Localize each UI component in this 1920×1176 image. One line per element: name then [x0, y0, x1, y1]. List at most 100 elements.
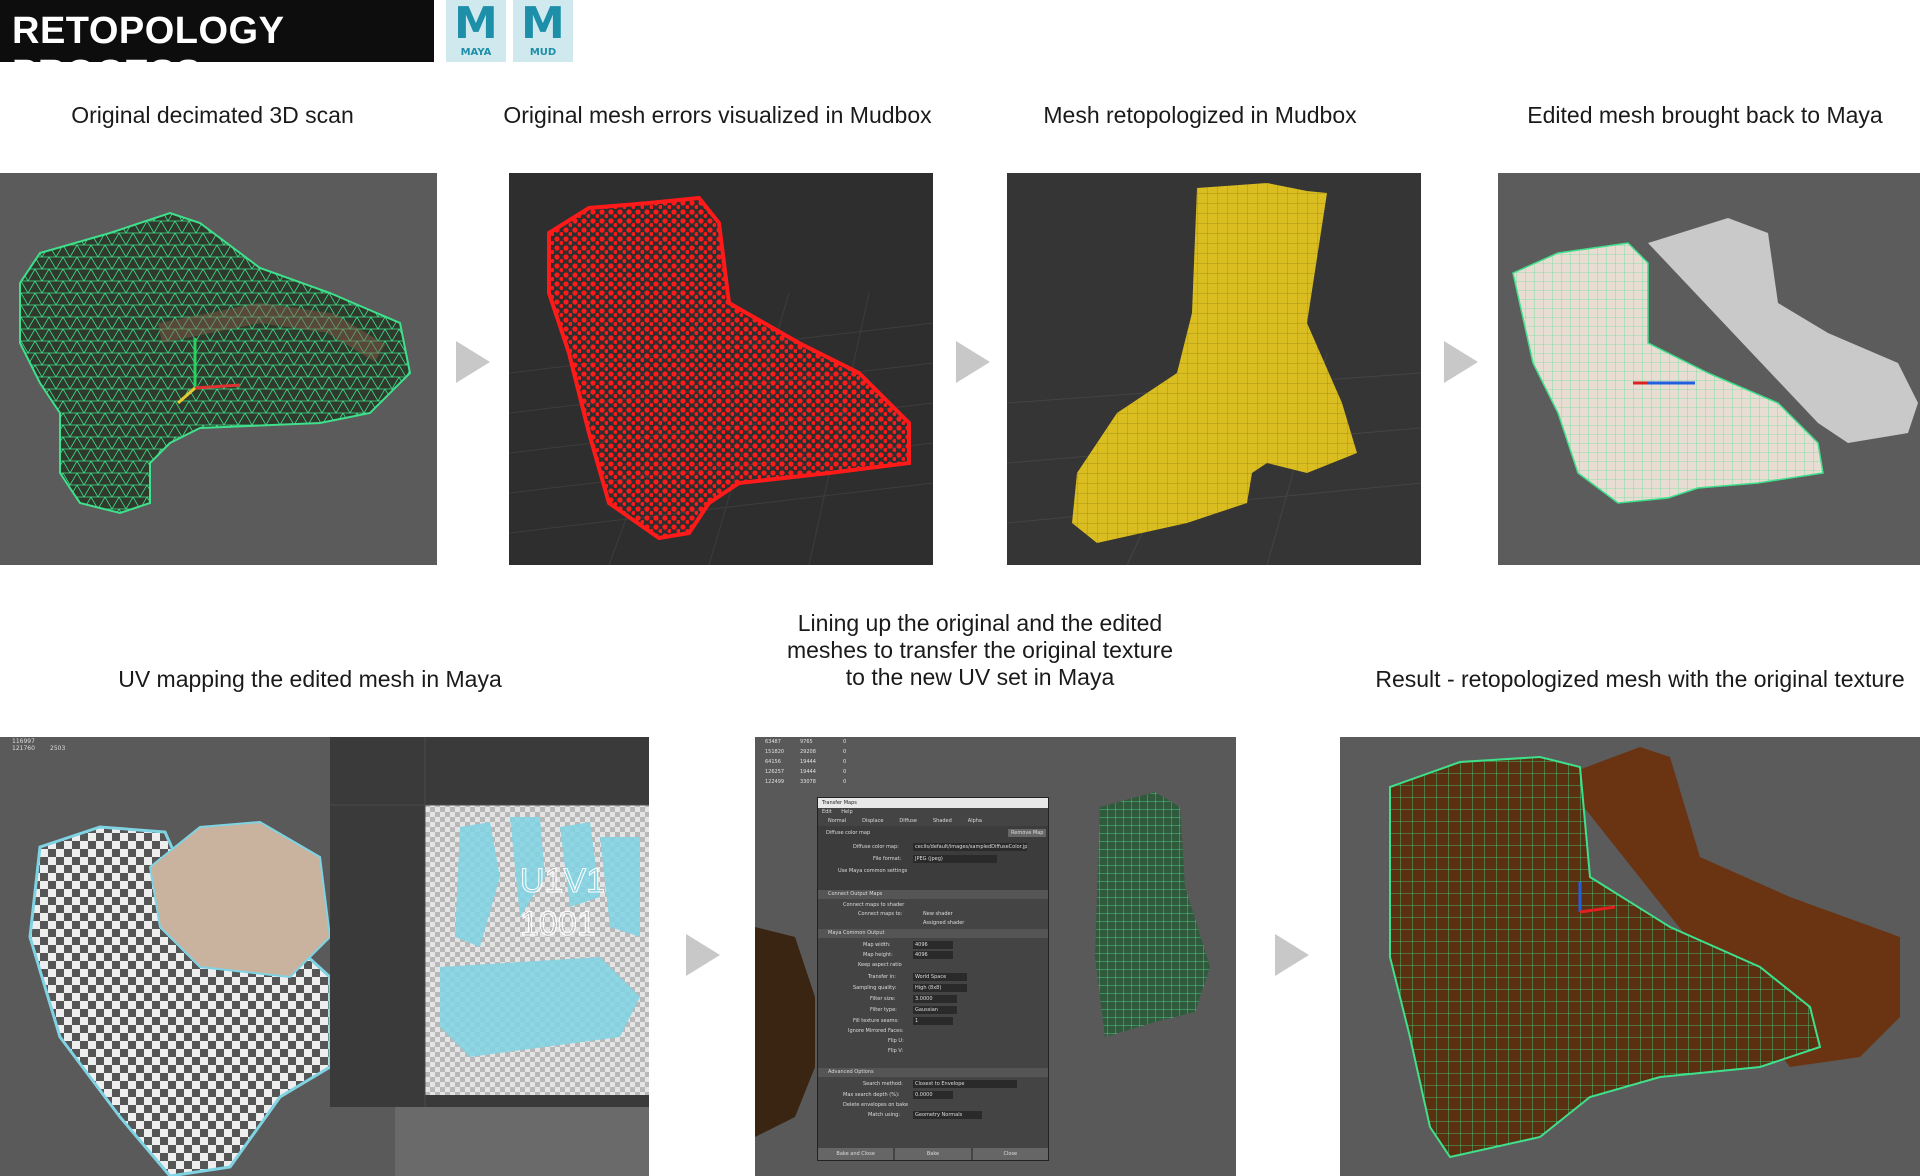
title-bar: RETOPOLOGY PROCESS — [0, 0, 434, 95]
ignore-faces-checkbox[interactable]: Ignore Mirrored Faces: — [848, 1028, 904, 1034]
uv-stat-3: 2503 — [50, 745, 65, 752]
mudbox-logo-icon: M MUD — [513, 0, 573, 62]
tm-stat-15: 0 — [843, 779, 846, 785]
file-format-select[interactable]: JPEG (jpeg) — [913, 855, 997, 863]
delete-envelopes-checkbox[interactable]: Delete envelopes on bake — [843, 1102, 908, 1108]
match-using-label: Match using: — [868, 1112, 901, 1118]
flip-v-checkbox[interactable]: Flip V: — [888, 1048, 903, 1054]
bake-button[interactable]: Bake — [895, 1148, 971, 1160]
tm-stat-9: 0 — [843, 759, 846, 765]
page-title: RETOPOLOGY PROCESS — [12, 10, 284, 95]
diffuse-map-input[interactable]: cecils/default/images/sampledDiffuseColo… — [913, 843, 1027, 851]
close-button[interactable]: Close — [972, 1148, 1048, 1160]
map-height-input[interactable]: 4096 — [913, 951, 953, 959]
tm-stat-8: 19444 — [800, 759, 816, 765]
maya-logo-mark: M — [454, 0, 498, 49]
keep-aspect-checkbox[interactable]: Keep aspect ratio — [858, 962, 902, 968]
sampling-label: Sampling quality: — [853, 985, 897, 991]
caption-step-5: UV mapping the edited mesh in Maya — [118, 666, 502, 692]
uv-tile-label-2: 1001 — [520, 905, 596, 943]
transfer-in-select[interactable]: World Space — [913, 973, 967, 981]
transfer-maps-title: Transfer Maps — [822, 800, 857, 806]
tm-stat-10: 126257 — [765, 769, 784, 775]
uv-tile-label-1: U1V1 — [520, 862, 605, 900]
connect-section-header[interactable]: Connect Output Maps — [818, 890, 1048, 899]
tab-normal[interactable]: Normal — [828, 816, 846, 826]
common-section-header[interactable]: Maya Common Output — [818, 929, 1048, 938]
uv-stat-2: 121760 — [12, 745, 35, 752]
tm-stat-14: 33078 — [800, 779, 816, 785]
panel-transfer-maps: 63487 9765 0 151820 29208 0 64156 19444 0 1262… — [755, 737, 1236, 1176]
uv-mapping-image: U1V1 1001 116997 121760 2503 — [12, 737, 649, 1176]
filter-size-label: Filter size: — [870, 996, 896, 1002]
connect-option-new[interactable]: New shader — [923, 911, 953, 917]
connect-to-label: Connect maps to: — [858, 911, 903, 917]
caption-step-1: Original decimated 3D scan — [71, 102, 354, 128]
tab-alpha[interactable]: Alpha — [968, 816, 982, 826]
mudbox-logo-label: MUD — [529, 47, 557, 58]
tm-stat-7: 64156 — [765, 759, 781, 765]
remove-map-button[interactable]: Remove Map — [1008, 829, 1047, 837]
tm-stat-6: 0 — [843, 749, 846, 755]
connect-option-assigned[interactable]: Assigned shader — [923, 920, 964, 926]
sampling-select[interactable]: High (8x8) — [913, 984, 967, 992]
filter-size-input[interactable]: 3.0000 — [913, 995, 957, 1003]
filter-type-select[interactable]: Gaussian — [913, 1006, 957, 1014]
caption-step-4: Edited mesh brought back to Maya — [1527, 102, 1883, 128]
transfer-maps-window: Transfer Maps Edit Help Normal Displace … — [817, 797, 1049, 1161]
menu-help[interactable]: Help — [841, 809, 852, 815]
mudbox-logo-mark: M — [521, 0, 565, 49]
caption-step-6: Lining up the original and the edited me… — [745, 610, 1215, 691]
tm-stat-13: 122499 — [765, 779, 784, 785]
menu-edit[interactable]: Edit — [822, 809, 832, 815]
panel-mesh-errors — [509, 173, 933, 565]
file-format-label: File format: — [873, 856, 902, 862]
match-using-select[interactable]: Geometry Normals — [913, 1111, 982, 1119]
caption-step-3: Mesh retopologized in Mudbox — [1043, 102, 1357, 128]
retopologized-image — [1007, 183, 1421, 565]
tm-stat-1: 63487 — [765, 739, 781, 745]
bake-and-close-button[interactable]: Bake and Close — [818, 1148, 894, 1160]
tab-displace[interactable]: Displace — [862, 816, 883, 826]
panel-uv-mapping: U1V1 1001 116997 121760 2503 — [0, 737, 649, 1176]
advanced-section-header[interactable]: Advanced Options — [818, 1068, 1048, 1077]
search-method-select[interactable]: Closest to Envelope — [913, 1080, 1017, 1088]
transfer-in-label: Transfer in: — [868, 974, 896, 980]
flip-u-checkbox[interactable]: Flip U: — [888, 1038, 904, 1044]
transfer-maps-titlebar: Transfer Maps — [818, 798, 1048, 808]
arrow-step-5-to-6 — [686, 934, 720, 976]
tm-stat-12: 0 — [843, 769, 846, 775]
caption-step-7: Result - retopologized mesh with the ori… — [1375, 666, 1905, 692]
connect-shader-label: Connect maps to shader — [843, 902, 905, 908]
arrow-step-1-to-2 — [456, 341, 490, 383]
panel-decimated-scan — [0, 173, 437, 565]
tm-stat-4: 151820 — [765, 749, 784, 755]
filter-type-label: Filter type: — [870, 1007, 897, 1013]
map-width-input[interactable]: 4096 — [913, 941, 953, 949]
caption-step-2: Original mesh errors visualized in Mudbo… — [503, 102, 932, 128]
use-common-checkbox[interactable]: Use Maya common settings — [838, 868, 907, 874]
max-depth-input[interactable]: 0.0000 — [913, 1091, 953, 1099]
maya-logo-icon: M MAYA — [446, 0, 506, 62]
caption-step-6-line-1: Lining up the original and the edited — [797, 610, 1163, 636]
diffuse-map-label: Diffuse color map: — [853, 844, 899, 850]
tab-shaded[interactable]: Shaded — [933, 816, 952, 826]
tm-stat-3: 0 — [843, 739, 846, 745]
diffuse-checkbox[interactable]: Diffuse color map — [826, 830, 870, 836]
fill-seams-label: Fill texture seams: — [853, 1018, 899, 1024]
panel-retopologized — [1007, 173, 1421, 565]
arrow-step-2-to-3 — [956, 341, 990, 383]
max-depth-label: Max search depth (%): — [843, 1092, 900, 1098]
arrow-step-3-to-4 — [1444, 341, 1478, 383]
map-height-label: Map height: — [863, 952, 893, 958]
decimated-scan-image — [19, 211, 412, 515]
maya-logo-label: MAYA — [460, 47, 492, 58]
caption-step-6-line-3: to the new UV set in Maya — [845, 664, 1115, 690]
panel-result — [1340, 737, 1920, 1176]
tm-stat-5: 29208 — [800, 749, 816, 755]
tab-diffuse[interactable]: Diffuse — [899, 816, 917, 826]
tm-stat-11: 19444 — [800, 769, 816, 775]
caption-step-6-line-2: meshes to transfer the original texture — [786, 637, 1174, 663]
result-image — [1389, 747, 1900, 1159]
fill-seams-input[interactable]: 1 — [913, 1017, 953, 1025]
